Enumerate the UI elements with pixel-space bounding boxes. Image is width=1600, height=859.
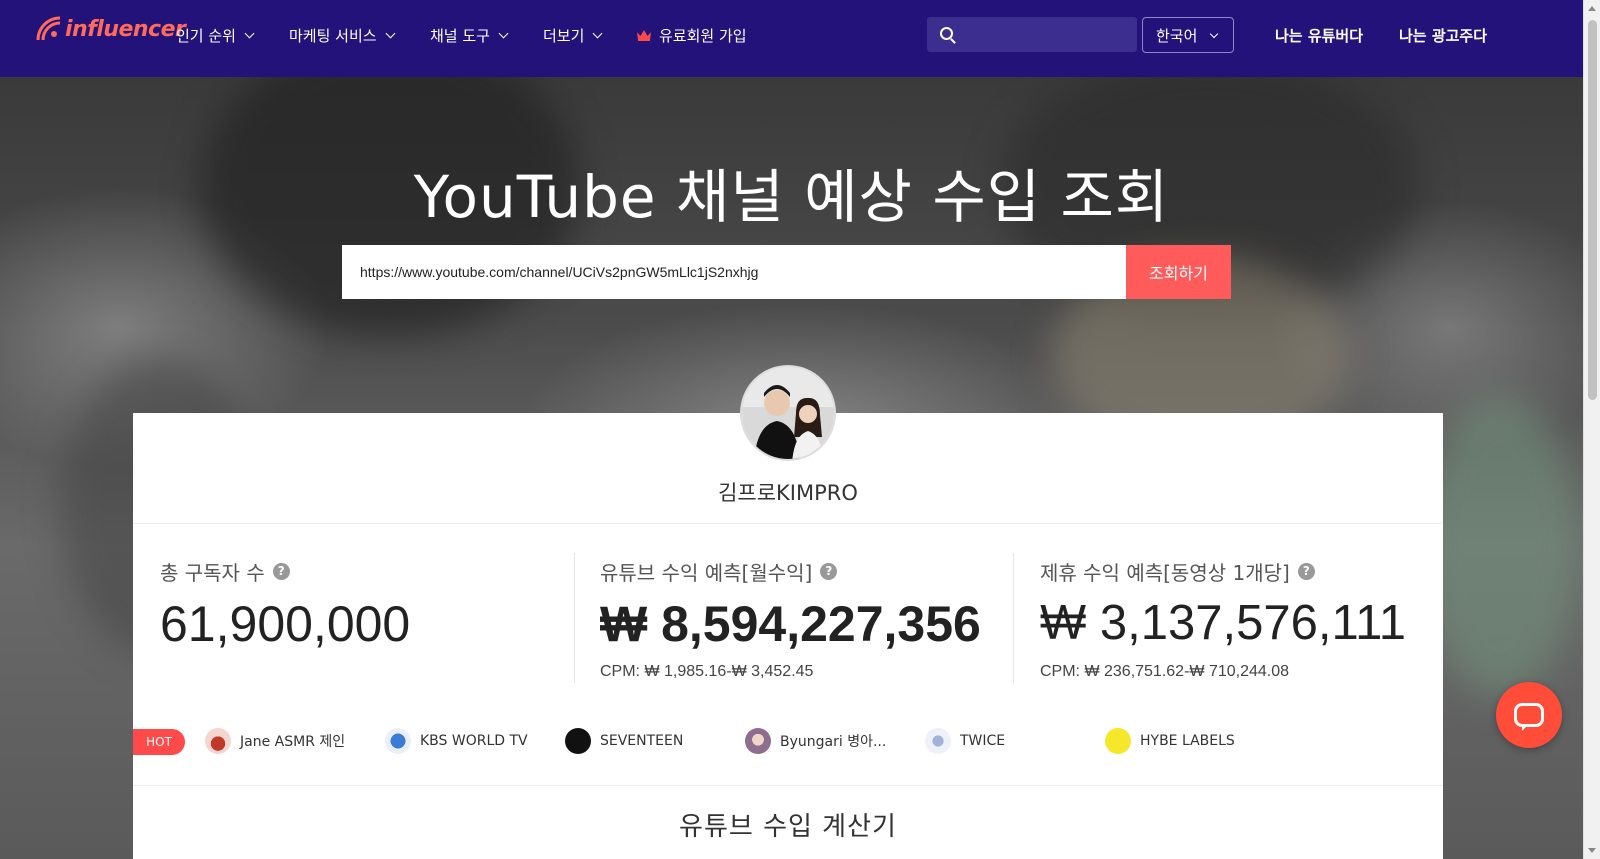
- nav-item-more[interactable]: 더보기: [543, 25, 603, 46]
- divider: [574, 553, 575, 683]
- scroll-up-arrow-icon[interactable]: [1588, 6, 1596, 11]
- channel-avatar-small: [205, 728, 231, 754]
- link-youtuber[interactable]: 나는 유튜버다: [1275, 25, 1363, 46]
- chevron-down-icon: [385, 28, 396, 38]
- channel-avatar-small: [925, 728, 951, 754]
- hot-channel-name: HYBE LABELS: [1140, 733, 1235, 749]
- nav-item-label: 인기 순위: [176, 27, 236, 45]
- chat-icon: [1514, 703, 1544, 727]
- help-icon[interactable]: ?: [1297, 563, 1315, 580]
- stat-label-text: 유튜브 수익 예측[월수익]: [600, 561, 813, 585]
- background-shape: [1420, 397, 1580, 697]
- hot-badge: HOT: [133, 729, 185, 755]
- link-advertiser[interactable]: 나는 광고주다: [1399, 25, 1487, 46]
- hot-channel-item[interactable]: HYBE LABELS: [1105, 728, 1235, 754]
- search-icon[interactable]: [940, 27, 953, 40]
- chevron-down-icon: [592, 28, 603, 38]
- nav-item-marketing[interactable]: 마케팅 서비스: [289, 25, 396, 46]
- nav-item-ranking[interactable]: 인기 순위: [176, 25, 255, 46]
- nav-item-channel-tools[interactable]: 채널 도구: [430, 25, 509, 46]
- hot-channel-item[interactable]: Byungari 병아...: [745, 728, 886, 754]
- divider: [133, 523, 1443, 524]
- chevron-down-icon: [244, 28, 255, 38]
- stat-value-subscribers: 61,900,000: [160, 596, 411, 652]
- stat-value-monthly-revenue: ₩ 8,594,227,356: [600, 596, 981, 652]
- nav-item-label: 마케팅 서비스: [289, 27, 377, 45]
- logo-signal-icon: [36, 16, 61, 41]
- hot-channel-item[interactable]: KBS WORLD TV: [385, 728, 528, 754]
- query-button[interactable]: 조회하기: [1126, 245, 1231, 299]
- channel-avatar-small: [1105, 728, 1131, 754]
- channel-avatar-small: [745, 728, 771, 754]
- stat-value-sponsor-revenue: ₩ 3,137,576,111: [1040, 596, 1406, 650]
- stat-label-text: 총 구독자 수: [160, 561, 265, 585]
- avatar-image: [742, 367, 834, 459]
- chevron-down-icon: [498, 28, 509, 38]
- search-input[interactable]: [963, 17, 1133, 52]
- channel-avatar: [740, 365, 836, 461]
- hot-channel-name: Jane ASMR 제인: [240, 734, 346, 750]
- divider: [133, 785, 1443, 786]
- page-title: YouTube 채널 예상 수입 조회: [413, 163, 1170, 231]
- channel-avatar-small: [565, 728, 591, 754]
- chevron-down-icon: [1209, 29, 1219, 39]
- top-navbar: influencer 인기 순위 마케팅 서비스 채널 도구 더보기 유료회원 …: [0, 0, 1583, 77]
- logo-text: influencer: [65, 16, 186, 42]
- crown-icon: [637, 30, 651, 41]
- hot-channel-name: TWICE: [960, 733, 1006, 749]
- logo[interactable]: influencer: [34, 14, 186, 44]
- divider: [1013, 553, 1014, 683]
- nav-search: [927, 17, 1137, 52]
- help-icon[interactable]: ?: [820, 563, 838, 580]
- hot-channel-name: Byungari 병아...: [780, 734, 887, 750]
- hot-channel-name: KBS WORLD TV: [420, 733, 528, 749]
- hot-channel-item[interactable]: Jane ASMR 제인: [205, 728, 345, 754]
- stat-cpm-monthly: CPM: ₩ 1,985.16-₩ 3,452.45: [600, 663, 814, 680]
- stat-cpm-sponsor: CPM: ₩ 236,751.62-₩ 710,244.08: [1040, 663, 1290, 680]
- hot-channel-name: SEVENTEEN: [600, 733, 684, 749]
- calculator-title: 유튜브 수입 계산기: [679, 812, 897, 842]
- scroll-down-arrow-icon[interactable]: [1588, 848, 1596, 853]
- stat-label-text: 제휴 수익 예측[동영상 1개당]: [1040, 561, 1290, 585]
- nav-item-premium[interactable]: 유료회원 가입: [637, 25, 747, 46]
- nav-item-label: 채널 도구: [430, 27, 490, 45]
- channel-url-input[interactable]: [342, 245, 1126, 299]
- help-icon[interactable]: ?: [272, 563, 290, 580]
- language-select[interactable]: 한국어: [1142, 17, 1234, 53]
- hot-channel-item[interactable]: TWICE: [925, 728, 1005, 754]
- chat-widget-button[interactable]: [1496, 682, 1562, 748]
- scrollbar-thumb[interactable]: [1588, 20, 1597, 400]
- stat-label-subscribers: 총 구독자 수 ?: [160, 557, 290, 586]
- channel-name: 김프로KIMPRO: [718, 481, 858, 505]
- nav-item-label: 유료회원 가입: [659, 27, 747, 45]
- channel-avatar-small: [385, 728, 411, 754]
- nav-item-label: 더보기: [543, 27, 585, 45]
- hot-channel-item[interactable]: SEVENTEEN: [565, 728, 683, 754]
- page-scrollbar[interactable]: [1583, 0, 1600, 859]
- language-label: 한국어: [1156, 26, 1198, 45]
- stat-label-monthly-revenue: 유튜브 수익 예측[월수익] ?: [600, 557, 838, 586]
- stat-label-sponsor-revenue: 제휴 수익 예측[동영상 1개당] ?: [1040, 557, 1315, 586]
